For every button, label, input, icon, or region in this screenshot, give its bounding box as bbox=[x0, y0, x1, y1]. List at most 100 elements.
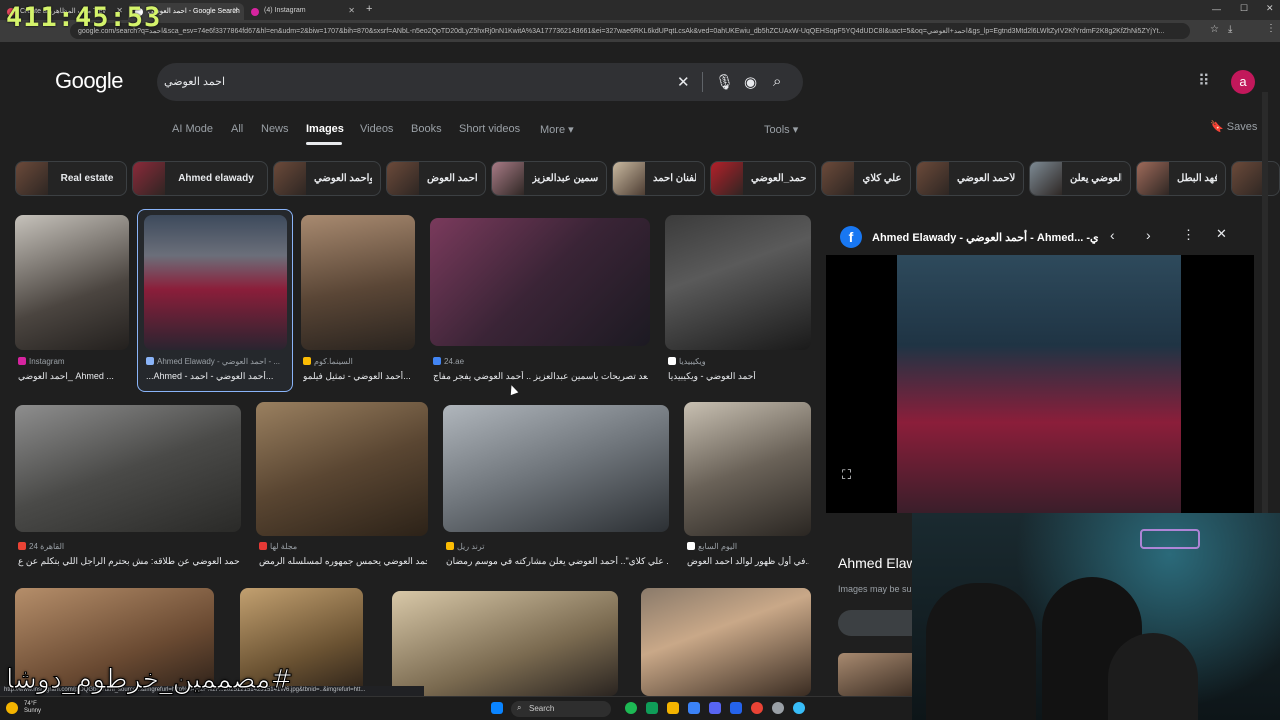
new-tab-icon[interactable]: + bbox=[366, 3, 372, 15]
chip-9[interactable]: لأحمد العوضي bbox=[916, 161, 1024, 196]
saves-label: Saves bbox=[1226, 121, 1258, 133]
google-logo[interactable]: Google bbox=[55, 68, 123, 94]
result-image-6[interactable] bbox=[15, 405, 241, 532]
person-3 bbox=[1108, 633, 1198, 720]
tab-videos[interactable]: Videos bbox=[360, 123, 393, 135]
apps-grid-icon[interactable]: ⠿ bbox=[1198, 71, 1210, 91]
chevron-right-icon[interactable]: › bbox=[1146, 227, 1151, 243]
close-window-icon[interactable]: ✕ bbox=[1266, 3, 1274, 14]
result-source-7: مجلة لها bbox=[259, 542, 427, 551]
close-tab-icon[interactable]: ✕ bbox=[348, 6, 355, 15]
search-icon[interactable]: ⌕ bbox=[773, 73, 781, 90]
microphone-icon[interactable]: 🎙 bbox=[715, 73, 734, 91]
tab-more[interactable]: More ▾ bbox=[540, 123, 574, 136]
instagram-favicon-icon bbox=[251, 8, 259, 16]
close-icon[interactable]: ✕ bbox=[1216, 226, 1227, 242]
chip-2[interactable]: Ahmed elawady bbox=[132, 161, 268, 196]
result-title-8[interactable]: علي كلاي".. أحمد العوضي يعلن مشاركته في … bbox=[446, 556, 668, 567]
tab-ai-mode[interactable]: AI Mode bbox=[172, 123, 213, 135]
result-image-1[interactable] bbox=[15, 215, 129, 350]
maximize-icon[interactable]: ☐ bbox=[1240, 3, 1248, 14]
saves-button[interactable]: 🔖 Saves bbox=[1210, 120, 1257, 133]
chip-label: فهد البطل bbox=[1177, 173, 1217, 184]
result-title-6[interactable]: أحمد العوضي عن طلاقه: مش بحترم الراجل ال… bbox=[18, 556, 240, 567]
chip-5[interactable]: ياسمين عبدالعزيز bbox=[491, 161, 607, 196]
download-icon[interactable]: ⤓ bbox=[1228, 24, 1232, 35]
close-tab-icon[interactable]: ✕ bbox=[232, 6, 239, 15]
result-image-2[interactable] bbox=[144, 215, 287, 350]
tools-button[interactable]: Tools ▾ bbox=[764, 123, 798, 136]
copyright-note: Images may be su bbox=[838, 584, 912, 594]
chip-6[interactable]: الفنان احمد bbox=[612, 161, 705, 196]
tab-news[interactable]: News bbox=[261, 123, 289, 135]
result-image-3[interactable] bbox=[301, 215, 415, 350]
clear-icon[interactable]: ✕ bbox=[677, 73, 690, 91]
chip-thumbnail bbox=[822, 162, 854, 195]
spotify-icon[interactable] bbox=[625, 702, 637, 714]
result-title-9[interactable]: في أول ظهور لوالد احمد العوض... bbox=[687, 556, 809, 567]
tools-label: Tools bbox=[764, 124, 790, 136]
file-explorer-icon[interactable] bbox=[667, 702, 679, 714]
weather-widget[interactable]: 74°F Sunny bbox=[24, 701, 41, 715]
taskbar-search[interactable]: ⌕ Search bbox=[511, 701, 611, 717]
tab-all[interactable]: All bbox=[231, 123, 243, 135]
app-icon[interactable] bbox=[793, 702, 805, 714]
discord-icon[interactable] bbox=[709, 702, 721, 714]
more-options-icon[interactable]: ⋮ bbox=[1182, 227, 1195, 243]
browser-tab-3[interactable]: (4) Instagram ✕ bbox=[244, 3, 360, 20]
chip-label: احمد العوض bbox=[427, 173, 477, 184]
result-title-4[interactable]: بعد تصريحات ياسمين عبدالعزيز .. أحمد الع… bbox=[433, 371, 648, 382]
result-image-13[interactable] bbox=[641, 588, 811, 696]
lens-icon[interactable]: ◉ bbox=[744, 73, 757, 91]
preview-photo bbox=[897, 255, 1181, 513]
search-box[interactable]: احمد العوضي ✕ 🎙 ◉ ⌕ bbox=[157, 63, 803, 101]
url-field[interactable]: google.com/search?q=احمد&sca_esv=74e6f33… bbox=[70, 23, 1190, 39]
chip-1[interactable]: Real estate bbox=[15, 161, 127, 196]
result-title-1[interactable]: احمد العوضي_ Ahmed ... bbox=[18, 371, 128, 382]
edge-icon[interactable] bbox=[646, 702, 658, 714]
result-title-7[interactable]: أحمد العوضي يحمس جمهوره لمسلسله الرمض... bbox=[259, 556, 427, 567]
chip-8[interactable]: علي كلاي bbox=[821, 161, 911, 196]
result-image-8[interactable] bbox=[443, 405, 669, 532]
result-title-2[interactable]: ...Ahmed - أحمد العوضي - احمد... bbox=[146, 371, 286, 382]
result-image-5[interactable] bbox=[665, 215, 811, 350]
weather-temp: 74°F bbox=[24, 701, 37, 707]
result-title-3[interactable]: أحمد العوضي - تمثيل فيلمو... bbox=[303, 371, 415, 382]
result-title-5[interactable]: أحمد العوضي - ويكيبيديا bbox=[668, 371, 808, 382]
tab-books[interactable]: Books bbox=[411, 123, 442, 135]
chip-4[interactable]: احمد العوض bbox=[386, 161, 486, 196]
tab-images[interactable]: Images bbox=[306, 123, 344, 135]
tab-short-videos[interactable]: Short videos bbox=[459, 123, 520, 135]
star-icon[interactable]: ☆ bbox=[1210, 24, 1219, 35]
app-icon[interactable] bbox=[730, 702, 742, 714]
chip-3[interactable]: واحمد العوضي bbox=[273, 161, 381, 196]
panel-title[interactable]: Ahmed Elawady - أحمد العوضي - Ahmed... -… bbox=[872, 231, 1099, 244]
chip-label: احمد_العوضي bbox=[751, 173, 807, 184]
result-source-9: اليوم السابع bbox=[687, 542, 809, 551]
result-image-12[interactable] bbox=[392, 591, 618, 696]
avatar[interactable]: a bbox=[1231, 70, 1255, 94]
stream-timer: 411:45:53 bbox=[6, 2, 162, 33]
github-icon[interactable] bbox=[772, 702, 784, 714]
minimize-icon[interactable]: — bbox=[1212, 4, 1221, 14]
result-image-7[interactable] bbox=[256, 402, 428, 536]
chip-11[interactable]: فهد البطل bbox=[1136, 161, 1226, 196]
neon-light bbox=[1140, 529, 1200, 549]
chip-7[interactable]: احمد_العوضي bbox=[710, 161, 816, 196]
chip-10[interactable]: العوضي يعلن bbox=[1029, 161, 1131, 196]
chip-label: العوضي يعلن bbox=[1070, 173, 1122, 184]
windows-start-icon[interactable] bbox=[491, 702, 503, 714]
result-image-4[interactable] bbox=[430, 218, 650, 346]
chevron-left-icon[interactable]: ‹ bbox=[1110, 227, 1115, 243]
menu-icon[interactable]: ⋮ bbox=[1266, 23, 1276, 34]
result-image-9[interactable] bbox=[684, 402, 811, 536]
photos-icon[interactable] bbox=[688, 702, 700, 714]
chrome-icon[interactable] bbox=[751, 702, 763, 714]
chip-label: Ahmed elawady bbox=[178, 173, 254, 184]
search-input[interactable]: احمد العوضي bbox=[164, 75, 225, 88]
related-image[interactable] bbox=[838, 653, 918, 696]
bookmark-icon: 🔖 bbox=[1210, 121, 1224, 133]
preview-image[interactable]: ⛶ bbox=[826, 255, 1254, 513]
chip-12[interactable] bbox=[1231, 161, 1280, 196]
lens-search-icon[interactable]: ⛶ bbox=[842, 467, 851, 483]
